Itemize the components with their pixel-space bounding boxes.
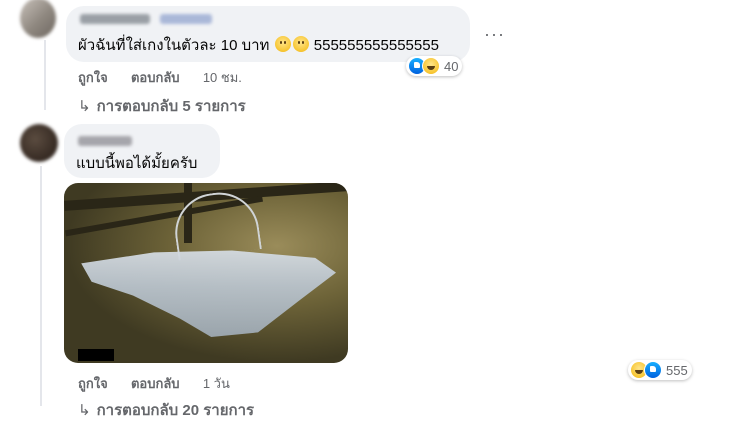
comment-text: ผัวฉันที่ใส่เกงในตัวละ 10 บาท 5555555555… (78, 36, 439, 56)
reaction-summary[interactable]: 555 (628, 360, 692, 380)
author-name-redacted[interactable] (78, 136, 132, 146)
reply-action[interactable]: ตอบกลับ (131, 376, 180, 391)
reaction-summary[interactable]: 40 (406, 56, 463, 76)
photo-detail (81, 250, 336, 337)
comment-meta: ถูกใจ ตอบกลับ 10 ชม. (78, 67, 242, 88)
author-name-redacted[interactable] (160, 14, 212, 24)
photo-detail (78, 349, 114, 361)
replies-count-label: การตอบกลับ 5 รายการ (96, 98, 246, 115)
comment-timestamp[interactable]: 1 วัน (203, 376, 230, 391)
reaction-count: 555 (666, 362, 688, 378)
thread-line (44, 40, 46, 110)
reaction-count: 40 (444, 58, 459, 74)
replies-count-label: การตอบกลับ 20 รายการ (96, 402, 255, 419)
reply-arrow-icon: ↳ (78, 402, 91, 419)
avatar[interactable] (20, 0, 56, 38)
like-action[interactable]: ถูกใจ (78, 376, 108, 391)
comment-text: แบบนี้พอได้มั้ยครับ (76, 154, 197, 174)
view-replies-link[interactable]: ↳ การตอบกลับ 20 รายการ (78, 398, 254, 422)
comment-body: แบบนี้พอได้มั้ยครับ (76, 155, 198, 172)
view-replies-link[interactable]: ↳ การตอบกลับ 5 รายการ (78, 94, 246, 118)
smiling-face-icon (292, 36, 309, 52)
comment-body: ผัวฉันที่ใส่เกงในตัวละ 10 บาท (78, 37, 270, 54)
more-options-icon[interactable]: ··· (484, 24, 505, 45)
comment-laugh-text: 555555555555555 (313, 37, 439, 54)
like-reaction-icon (644, 361, 662, 379)
reply-arrow-icon: ↳ (78, 98, 91, 115)
like-action[interactable]: ถูกใจ (78, 70, 108, 85)
avatar[interactable] (20, 124, 58, 162)
thread-line (40, 166, 42, 406)
comment-photo[interactable] (64, 183, 348, 363)
author-name-redacted[interactable] (80, 14, 150, 24)
reply-action[interactable]: ตอบกลับ (131, 70, 180, 85)
smiling-face-icon (274, 36, 291, 52)
haha-reaction-icon (422, 57, 440, 75)
comment-meta: ถูกใจ ตอบกลับ 1 วัน (78, 373, 230, 394)
comment-timestamp[interactable]: 10 ชม. (203, 70, 242, 85)
